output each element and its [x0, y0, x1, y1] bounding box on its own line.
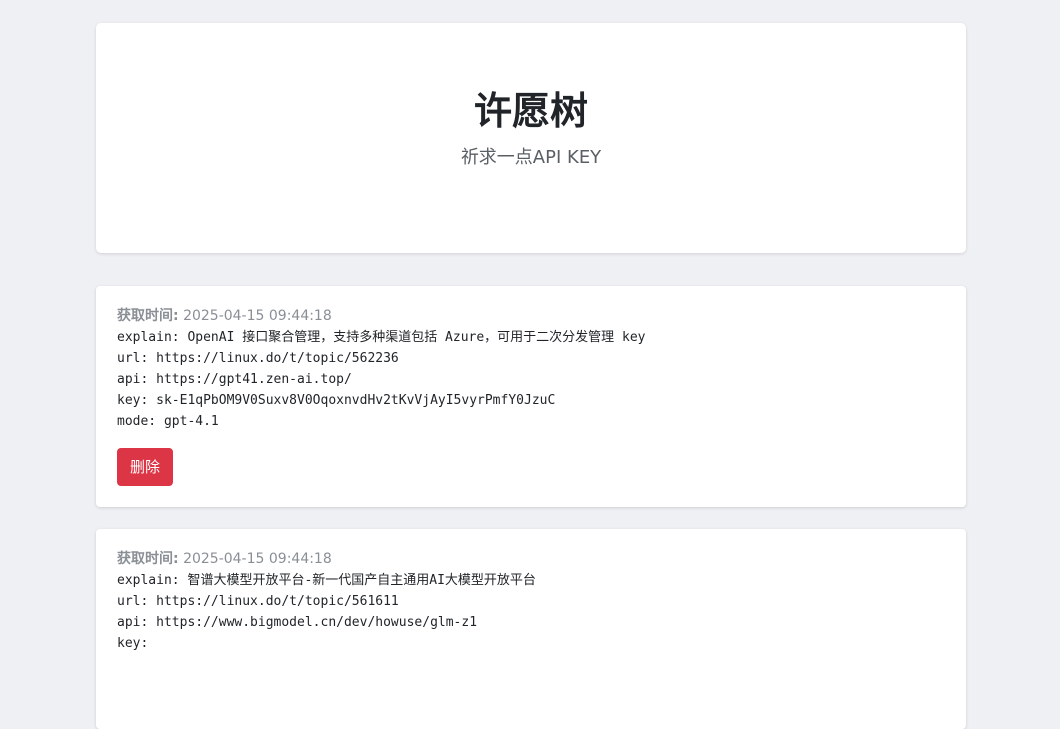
- fetch-time: 获取时间: 2025-04-15 09:44:18: [117, 549, 946, 569]
- key-entry-card: 获取时间: 2025-04-15 09:44:18 explain: 智谱大模型…: [96, 529, 966, 729]
- api-line: api: https://gpt41.zen-ai.top/: [117, 372, 352, 387]
- key-entry-card: 获取时间: 2025-04-15 09:44:18 explain: OpenA…: [96, 286, 966, 507]
- fetch-time-value: 2025-04-15 09:44:18: [183, 551, 332, 567]
- fetch-time-label: 获取时间:: [117, 551, 179, 567]
- fetch-time-label: 获取时间:: [117, 308, 179, 324]
- url-line: url: https://linux.do/t/topic/562236: [117, 351, 399, 366]
- explain-line: explain: 智谱大模型开放平台-新一代国产自主通用AI大模型开放平台: [117, 573, 536, 588]
- mode-line: mode: gpt-4.1: [117, 414, 219, 429]
- key-line: key:: [117, 636, 149, 651]
- explain-line: explain: OpenAI 接口聚合管理，支持多种渠道包括 Azure，可用…: [117, 330, 646, 345]
- hero-card: 许愿树 祈求一点API KEY: [96, 23, 966, 253]
- url-line: url: https://linux.do/t/topic/561611: [117, 594, 399, 609]
- key-line: key: sk-E1qPbOM9V0Suxv8V0OqoxnvdHv2tKvVj…: [117, 393, 556, 408]
- page-subtitle: 祈求一点API KEY: [460, 147, 602, 168]
- fetch-time-value: 2025-04-15 09:44:18: [183, 308, 332, 324]
- page-container: 许愿树 祈求一点API KEY 获取时间: 2025-04-15 09:44:1…: [96, 23, 966, 729]
- fetch-time: 获取时间: 2025-04-15 09:44:18: [117, 306, 946, 326]
- delete-button[interactable]: 删除: [117, 448, 174, 486]
- page-title: 许愿树: [473, 89, 588, 133]
- api-line: api: https://www.bigmodel.cn/dev/howuse/…: [117, 615, 478, 630]
